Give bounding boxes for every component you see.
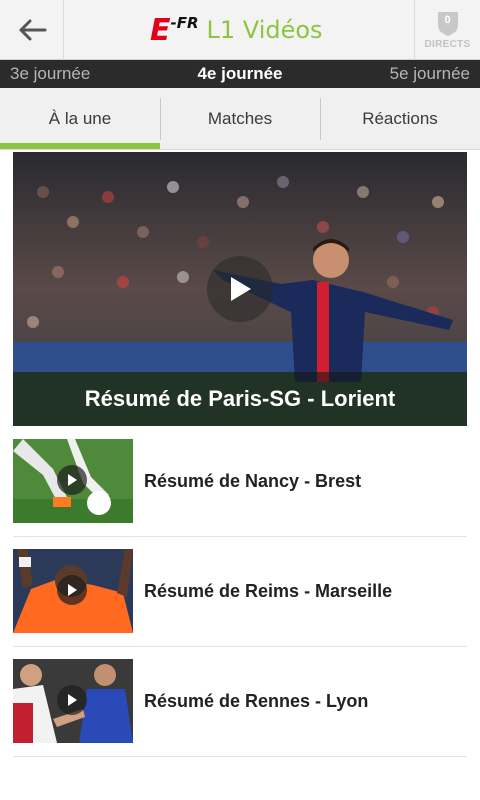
back-button[interactable] xyxy=(0,0,64,60)
play-icon xyxy=(68,694,77,706)
tab-a-la-une[interactable]: À la une xyxy=(0,88,160,149)
divider xyxy=(13,756,467,757)
arrow-left-icon xyxy=(19,19,46,41)
video-thumbnail xyxy=(13,549,133,633)
play-button[interactable] xyxy=(57,685,87,715)
app-brand: E -FR L1 Vidéos xyxy=(150,8,323,52)
divider xyxy=(13,646,467,647)
video-thumbnail xyxy=(13,439,133,523)
brand-suffix: -FR xyxy=(170,14,199,32)
list-item[interactable]: Résumé de Reims - Marseille xyxy=(13,549,467,633)
journee-selector: 3e journée 4e journée 5e journée xyxy=(0,60,480,88)
play-button[interactable] xyxy=(207,256,273,322)
video-title: Résumé de Reims - Marseille xyxy=(144,580,393,601)
divider xyxy=(13,536,467,537)
tab-reactions[interactable]: Réactions xyxy=(320,88,480,149)
journee-next[interactable]: 5e journée xyxy=(390,64,470,84)
play-icon xyxy=(68,584,77,596)
shield-icon: 0 xyxy=(437,11,459,37)
list-item[interactable]: Résumé de Rennes - Lyon xyxy=(13,659,467,743)
video-title: Résumé de Rennes - Lyon xyxy=(144,690,369,711)
tab-matches[interactable]: Matches xyxy=(160,88,320,149)
directs-count: 0 xyxy=(444,13,451,26)
directs-label: DIRECTS xyxy=(424,38,471,50)
featured-video[interactable]: Résumé de Paris-SG - Lorient xyxy=(13,152,467,426)
video-title: Résumé de Nancy - Brest xyxy=(144,470,362,491)
action-bar: E -FR L1 Vidéos 0 DIRECTS xyxy=(0,0,480,60)
brand-logo: E xyxy=(150,12,170,48)
video-thumbnail xyxy=(13,659,133,743)
journee-previous[interactable]: 3e journée xyxy=(10,64,90,84)
featured-caption: Résumé de Paris-SG - Lorient xyxy=(13,372,467,426)
play-button[interactable] xyxy=(57,575,87,605)
play-icon xyxy=(68,474,77,486)
tab-bar: À la une Matches Réactions xyxy=(0,88,480,150)
directs-button[interactable]: 0 DIRECTS xyxy=(414,0,480,60)
list-item[interactable]: Résumé de Nancy - Brest xyxy=(13,439,467,523)
play-button[interactable] xyxy=(57,465,87,495)
app-title: L1 Vidéos xyxy=(206,16,323,44)
journee-current[interactable]: 4e journée xyxy=(197,64,282,84)
featured-title: Résumé de Paris-SG - Lorient xyxy=(84,386,396,411)
play-icon xyxy=(231,277,251,301)
